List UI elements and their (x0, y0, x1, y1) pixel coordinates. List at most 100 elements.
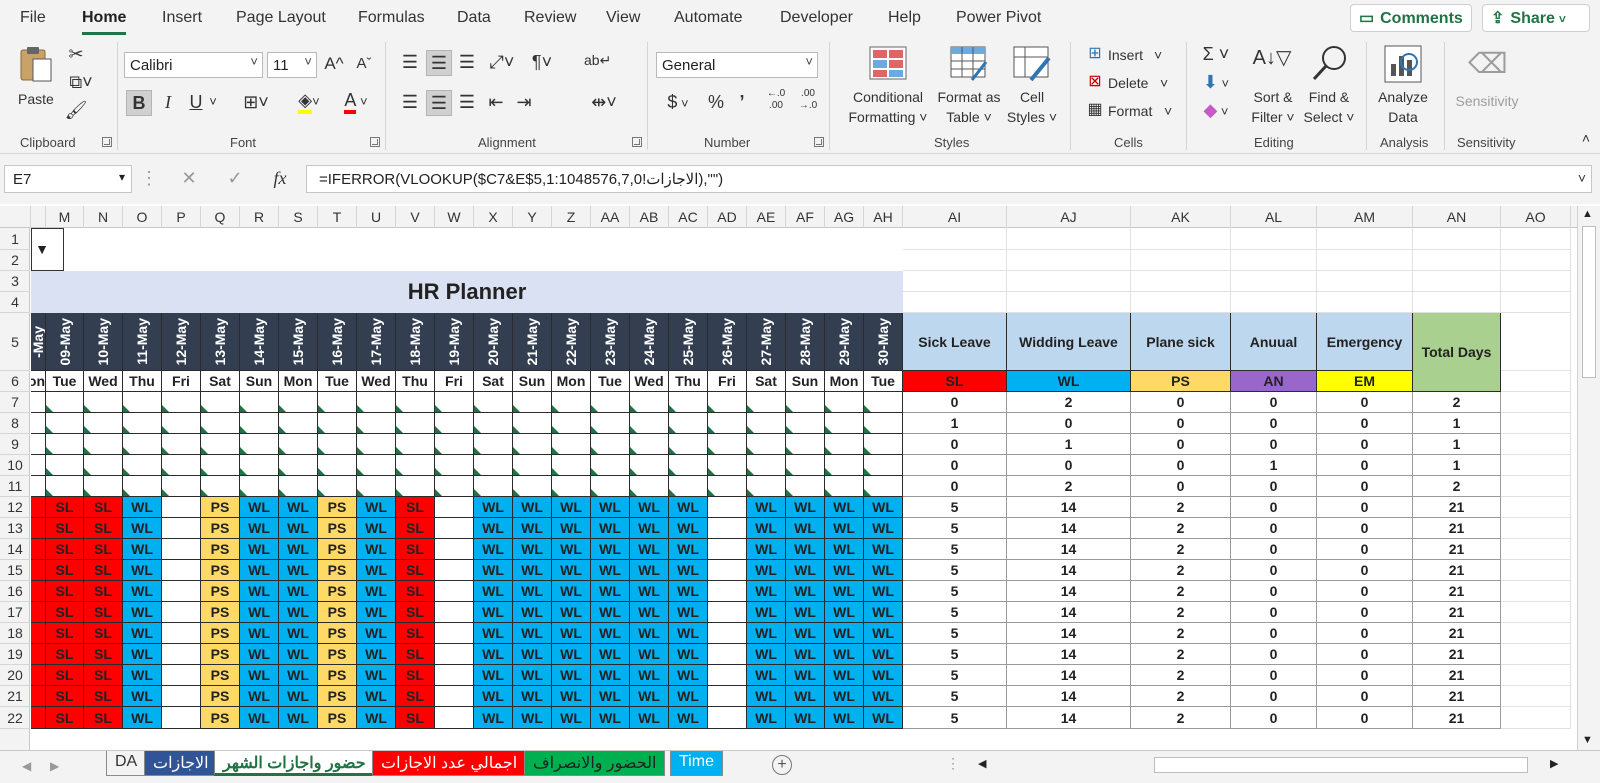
column-header-Y[interactable]: Y (513, 206, 552, 228)
scroll-down-icon[interactable]: ▼ (1582, 734, 1593, 746)
leave-cell[interactable]: WL (630, 539, 669, 560)
leave-cell[interactable]: WL (123, 665, 162, 686)
empty-cell[interactable] (1501, 623, 1571, 644)
leave-cell[interactable] (708, 686, 747, 707)
summary-value-cell[interactable]: 2 (1131, 665, 1231, 686)
column-header-AN[interactable]: AN (1413, 206, 1501, 228)
row-header-5[interactable]: 5 (0, 313, 30, 371)
leave-cell[interactable] (708, 434, 747, 455)
leave-cell[interactable] (162, 686, 201, 707)
copy-icon[interactable]: ⧉˅ (64, 70, 98, 94)
empty-cell[interactable] (1501, 665, 1571, 686)
leave-cell[interactable]: SL (84, 665, 123, 686)
empty-cell[interactable] (903, 228, 1007, 250)
leave-cell[interactable]: WL (747, 623, 786, 644)
leave-cell[interactable]: SL (84, 644, 123, 665)
summary-value-cell[interactable]: 14 (1007, 497, 1131, 518)
leave-cell[interactable]: WL (864, 665, 903, 686)
leave-cell[interactable]: WL (279, 560, 318, 581)
leave-cell[interactable]: WL (474, 539, 513, 560)
borders-icon[interactable]: ⊞˅ (236, 90, 276, 114)
leave-cell-partial[interactable] (31, 707, 46, 729)
leave-cell[interactable]: WL (786, 623, 825, 644)
leave-cell[interactable]: WL (825, 602, 864, 623)
leave-cell[interactable]: WL (786, 686, 825, 707)
leave-cell[interactable]: SL (84, 497, 123, 518)
column-header-AJ[interactable]: AJ (1007, 206, 1131, 228)
leave-cell[interactable]: WL (474, 686, 513, 707)
row-header-9[interactable]: 9 (0, 434, 30, 455)
summary-value-cell[interactable]: 2 (1131, 602, 1231, 623)
scroll-up-icon[interactable]: ▲ (1582, 208, 1593, 220)
leave-cell[interactable]: SL (46, 686, 84, 707)
leave-cell[interactable]: WL (747, 560, 786, 581)
sheet-tab-3[interactable]: اجمالي عدد الاجازات (372, 751, 527, 776)
leave-cell-partial[interactable] (31, 581, 46, 602)
leave-cell[interactable]: WL (357, 581, 396, 602)
menu-tab-file[interactable]: File (20, 9, 46, 27)
empty-cell[interactable] (1413, 228, 1501, 250)
empty-cell[interactable] (1501, 434, 1571, 455)
leave-cell[interactable]: WL (123, 644, 162, 665)
leave-cell[interactable]: WL (552, 665, 591, 686)
leave-cell[interactable]: WL (825, 539, 864, 560)
leave-cell[interactable]: WL (123, 518, 162, 539)
leave-cell[interactable]: SL (84, 581, 123, 602)
total-days-cell[interactable]: 2 (1413, 476, 1501, 497)
summary-value-cell[interactable]: 5 (903, 581, 1007, 602)
align-center-icon[interactable]: ☰ (426, 90, 452, 116)
leave-cell[interactable] (435, 707, 474, 729)
column-header-AD[interactable]: AD (708, 206, 747, 228)
leave-cell[interactable] (708, 665, 747, 686)
summary-value-cell[interactable]: 5 (903, 665, 1007, 686)
leave-cell[interactable] (786, 434, 825, 455)
leave-cell[interactable] (708, 455, 747, 476)
leave-cell-partial[interactable] (31, 602, 46, 623)
leave-cell[interactable]: WL (864, 707, 903, 729)
cell-styles-button[interactable]: Cell Styles ˅ (1006, 42, 1058, 126)
leave-cell[interactable] (84, 434, 123, 455)
leave-cell[interactable]: WL (591, 707, 630, 729)
leave-cell[interactable]: WL (474, 581, 513, 602)
leave-cell[interactable]: WL (786, 539, 825, 560)
sensitivity-button[interactable]: ⌫ Sensitivity (1450, 42, 1524, 126)
font-color-button[interactable]: A ˅ (336, 88, 376, 114)
leave-cell[interactable]: PS (318, 497, 357, 518)
leave-cell[interactable]: PS (318, 623, 357, 644)
vertical-scrollbar[interactable]: ▲ ▼ (1577, 206, 1600, 750)
summary-value-cell[interactable]: 1 (903, 413, 1007, 434)
leave-cell[interactable] (162, 413, 201, 434)
summary-value-cell[interactable]: 0 (1317, 392, 1413, 413)
column-header-AE[interactable]: AE (747, 206, 786, 228)
summary-value-cell[interactable]: 0 (903, 476, 1007, 497)
leave-cell[interactable]: WL (279, 665, 318, 686)
leave-cell[interactable]: WL (786, 560, 825, 581)
leave-cell[interactable] (591, 455, 630, 476)
leave-cell[interactable] (864, 476, 903, 497)
leave-cell[interactable] (747, 476, 786, 497)
alignment-launcher-icon[interactable] (632, 137, 642, 147)
leave-cell[interactable]: WL (630, 581, 669, 602)
leave-cell[interactable] (474, 455, 513, 476)
leave-cell[interactable]: PS (318, 518, 357, 539)
summary-value-cell[interactable]: 0 (1317, 539, 1413, 560)
leave-cell[interactable]: WL (474, 707, 513, 729)
leave-cell[interactable] (162, 476, 201, 497)
summary-value-cell[interactable]: 0 (1317, 602, 1413, 623)
summary-value-cell[interactable]: 14 (1007, 686, 1131, 707)
empty-cell[interactable] (1501, 560, 1571, 581)
leave-cell[interactable] (162, 665, 201, 686)
empty-cell[interactable] (1007, 228, 1131, 250)
summary-value-cell[interactable]: 2 (1131, 707, 1231, 729)
align-left-icon[interactable]: ☰ (398, 90, 422, 114)
leave-cell[interactable] (513, 434, 552, 455)
filter-dropdown-button[interactable]: ▼ (31, 228, 64, 271)
total-days-cell[interactable]: 1 (1413, 455, 1501, 476)
row-header-22[interactable]: 22 (0, 707, 30, 729)
summary-value-cell[interactable]: 0 (1317, 581, 1413, 602)
leave-cell[interactable] (747, 413, 786, 434)
summary-value-cell[interactable]: 0 (1317, 497, 1413, 518)
leave-cell[interactable]: PS (318, 644, 357, 665)
summary-value-cell[interactable]: 14 (1007, 560, 1131, 581)
leave-cell[interactable]: WL (357, 623, 396, 644)
